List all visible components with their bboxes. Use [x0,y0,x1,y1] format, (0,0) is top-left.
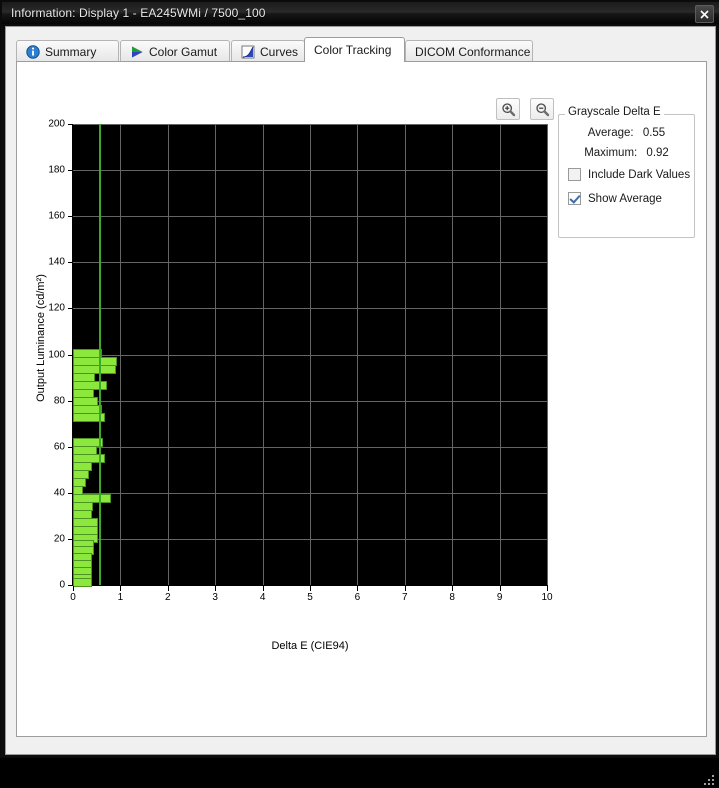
information-window: Information: Display 1 - EA245WMi / 7500… [0,0,719,785]
tab-summary-label: Summary [45,44,97,59]
x-tick-label: 6 [354,592,361,603]
plot-area [73,124,548,588]
y-tick-mark [68,216,73,218]
tab-dicom-conformance-label: DICOM Conformance [415,44,531,59]
curve-graph-icon [241,45,255,58]
include-dark-values-box[interactable] [568,168,581,181]
gridline-horizontal [73,124,547,125]
x-tick-label: 5 [307,592,313,603]
y-tick-label: 200 [48,118,65,130]
x-tick-mark [547,586,548,591]
x-tick-mark [499,586,501,591]
x-tick-label: 9 [496,592,503,603]
gridline-horizontal [73,400,547,402]
tab-strip: Summary Color Gamut Curves Color Trackin… [16,37,707,62]
average-value: 0.55 [642,127,666,139]
maximum-row: Maximum: 0.92 [558,147,695,159]
x-tick-mark [167,586,169,591]
delta-e-chart: 0 20 40 60 80 100 120 140 160 180 200 0 1 2 3 4 5 6 7 8 9 10… [17,62,577,653]
show-average-box[interactable] [568,192,581,205]
gridline-horizontal [73,354,547,356]
tab-dicom-conformance[interactable]: DICOM Conformance [405,40,533,62]
x-axis-title: Delta E (CIE94) [271,640,349,652]
grayscale-delta-e-title: Grayscale Delta E [565,106,664,118]
x-tick-label: 8 [449,592,455,603]
active-tab-seam [306,62,405,63]
y-tick-mark [68,262,73,264]
y-tick-label: 0 [59,579,65,591]
y-tick-mark [68,492,73,494]
x-tick-mark [452,586,454,591]
show-average-checkbox[interactable]: Show Average [568,192,662,205]
x-tick-label: 7 [402,592,408,603]
color-tracking-panel: 0 20 40 60 80 100 120 140 160 180 200 0 1 2 3 4 5 6 7 8 9 10… [16,61,714,785]
resize-grip[interactable] [704,775,716,787]
tab-color-gamut-label: Color Gamut [149,44,218,59]
gridline-horizontal [73,492,547,494]
close-icon [700,9,709,19]
x-tick-mark [73,586,74,591]
x-tick-mark [310,586,311,591]
gridline-horizontal [73,170,547,172]
tab-summary[interactable]: Summary [16,40,119,62]
include-dark-values-checkbox[interactable]: Include Dark Values [568,168,690,181]
gridline-horizontal [73,308,547,310]
x-tick-mark [120,586,122,591]
gridline-horizontal [73,216,547,218]
y-tick-label: 60 [53,441,65,453]
x-tick-label: 10 [541,592,553,603]
y-tick-mark [68,400,73,402]
gridline-horizontal [73,262,547,264]
y-tick-mark [68,446,73,448]
close-button[interactable] [695,5,714,23]
gridline-horizontal [73,538,547,540]
maximum-value: 0.92 [646,147,669,159]
tab-color-tracking[interactable]: Color Tracking [304,37,405,62]
x-tick-mark [357,586,359,591]
title-bar: Information: Display 1 - EA245WMi / 7500… [2,2,719,24]
status-bar [27,774,718,788]
y-tick-label: 180 [48,164,65,176]
x-tick-label: 1 [117,592,124,603]
gridline-horizontal [73,446,547,448]
window-title: Information: Display 1 - EA245WMi / 7500… [11,6,266,20]
y-tick-label: 40 [53,487,65,499]
tab-curves-label: Curves [260,44,299,59]
x-tick-mark [404,586,406,591]
chart-bar [73,578,92,588]
gamut-triangle-icon [132,46,143,57]
x-tick-mark [262,586,264,591]
x-tick-label: 3 [212,592,218,603]
y-tick-mark [68,308,73,310]
average-row: Average: 0.55 [558,127,695,139]
average-line [99,124,102,585]
tab-color-gamut[interactable]: Color Gamut [120,40,230,62]
y-tick-mark [68,538,73,540]
x-tick-label: 0 [70,592,76,603]
tab-curves[interactable]: Curves [231,40,305,62]
x-tick-mark [215,586,217,591]
tab-color-tracking-label: Color Tracking [314,43,392,57]
y-tick-mark [68,124,73,125]
x-tick-label: 2 [165,592,171,603]
info-icon [26,44,40,59]
client-area: Summary Color Gamut Curves Color Trackin… [5,26,716,785]
y-tick-label: 160 [48,210,65,222]
y-tick-mark [68,170,73,172]
x-tick-label: 4 [259,592,266,603]
y-tick-label: 20 [53,533,65,545]
y-axis-title: Output Luminance (cd/m²) [35,274,47,402]
include-dark-values-label: Include Dark Values [588,168,691,181]
gridline-vertical [547,124,548,585]
y-tick-mark [68,354,73,356]
maximum-label: Maximum: [584,147,638,159]
show-average-label: Show Average [588,192,662,205]
average-label: Average: [587,127,634,139]
